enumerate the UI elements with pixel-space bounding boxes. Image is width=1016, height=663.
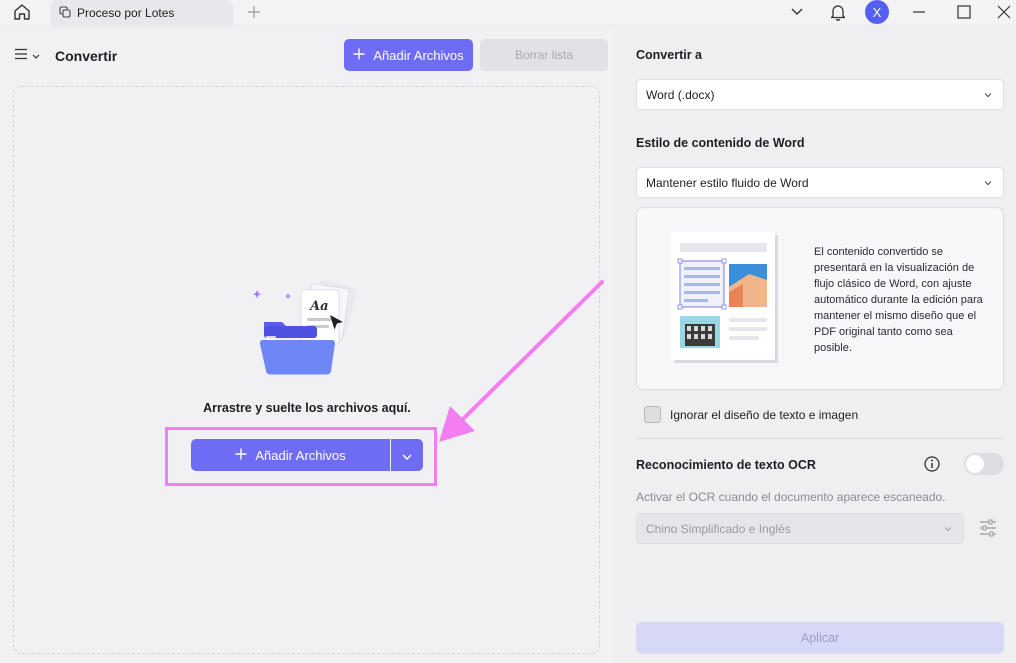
ignore-layout-label: Ignorar el diseño de texto e imagen	[670, 407, 859, 422]
conversion-settings-panel: Convertir a Word (.docx) Estilo de conte…	[621, 30, 1016, 663]
batch-icon	[59, 5, 71, 21]
ocr-label: Reconocimiento de texto OCR	[636, 458, 816, 472]
ocr-toggle[interactable]	[964, 453, 1004, 475]
ignore-layout-option[interactable]: Ignorar el diseño de texto e imagen	[644, 406, 858, 423]
info-icon[interactable]	[923, 455, 941, 476]
plus-icon	[353, 48, 365, 63]
title-bar: Proceso por Lotes X	[0, 0, 1016, 26]
chevron-down-icon	[943, 523, 953, 537]
menu-button[interactable]	[14, 48, 40, 63]
folder-documents-illustration: Aa	[252, 280, 357, 375]
style-description: El contenido convertido se presentará en…	[814, 246, 983, 354]
tab-batch-process[interactable]: Proceso por Lotes	[51, 0, 233, 26]
clear-list-button[interactable]: Borrar lista	[480, 39, 608, 71]
minimize-icon[interactable]	[904, 0, 934, 24]
home-icon[interactable]	[10, 1, 34, 23]
bell-icon[interactable]	[823, 0, 853, 24]
word-style-label: Estilo de contenido de Word	[636, 136, 805, 150]
style-preview-card: El contenido convertido se presentará en…	[636, 207, 1004, 390]
add-files-main-label: Añadir Archivos	[255, 447, 346, 463]
avatar[interactable]: X	[865, 0, 889, 24]
add-files-button[interactable]: Añadir Archivos	[344, 39, 473, 71]
close-icon[interactable]	[989, 0, 1016, 24]
apply-label: Aplicar	[800, 631, 840, 645]
convert-to-label: Convertir a	[636, 48, 702, 62]
hamburger-icon	[14, 48, 28, 63]
svg-text:Aa: Aa	[308, 299, 329, 314]
ignore-layout-checkbox[interactable]	[644, 406, 661, 423]
chevron-down-icon[interactable]	[782, 0, 812, 24]
plus-icon	[235, 448, 247, 463]
chevron-down-icon	[32, 48, 40, 63]
new-tab-icon[interactable]	[244, 2, 264, 22]
clear-list-label: Borrar lista	[514, 48, 573, 62]
convert-to-select[interactable]: Word (.docx)	[636, 79, 1004, 110]
document-preview-illustration	[671, 232, 778, 363]
tab-label: Proceso por Lotes	[77, 6, 175, 20]
settings-sliders-icon[interactable]	[978, 518, 998, 541]
annotation-arrow	[439, 280, 604, 442]
word-style-value: Mantener estilo fluido de Word	[646, 175, 809, 190]
ocr-language-select[interactable]: Chino Simplificado e Inglés	[636, 513, 964, 544]
chevron-down-icon	[402, 448, 412, 463]
ocr-language-value: Chino Simplificado e Inglés	[646, 521, 791, 536]
add-files-dropdown-button[interactable]	[391, 439, 423, 471]
apply-button[interactable]: Aplicar	[636, 622, 1004, 654]
divider	[636, 438, 1004, 439]
convert-to-value: Word (.docx)	[646, 87, 715, 102]
add-files-main-button[interactable]: Añadir Archivos	[191, 439, 390, 471]
maximize-icon[interactable]	[949, 0, 979, 24]
toggle-knob	[966, 455, 984, 473]
ocr-description: Activar el OCR cuando el documento apare…	[636, 490, 946, 504]
add-files-label: Añadir Archivos	[373, 47, 464, 63]
page-title: Convertir	[55, 48, 118, 64]
word-style-select[interactable]: Mantener estilo fluido de Word	[636, 167, 1004, 198]
chevron-down-icon	[983, 177, 993, 191]
chevron-down-icon	[983, 89, 993, 103]
file-list-panel: Convertir Añadir Archivos Borrar lista A…	[0, 30, 614, 663]
